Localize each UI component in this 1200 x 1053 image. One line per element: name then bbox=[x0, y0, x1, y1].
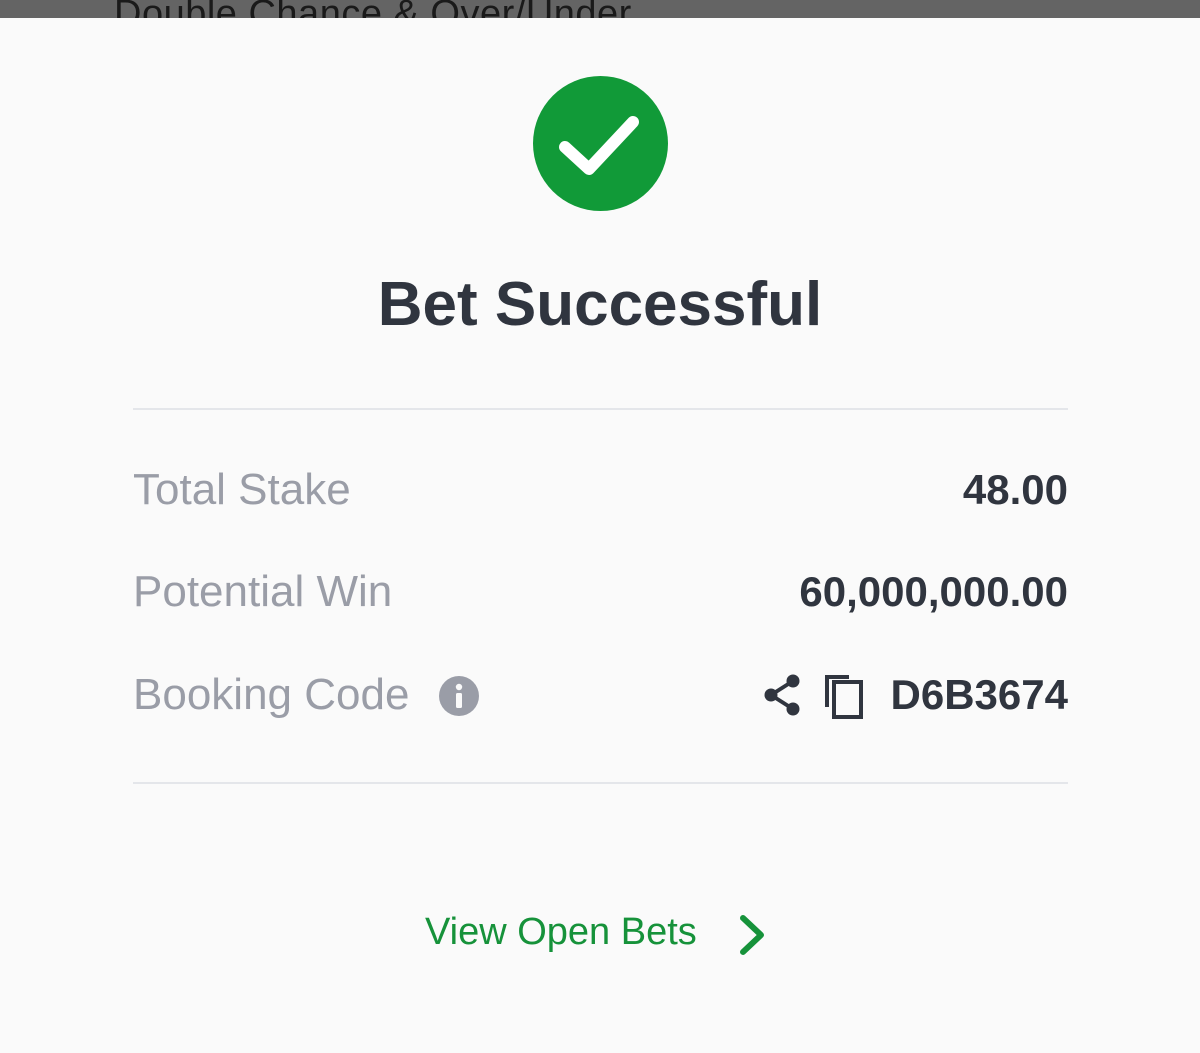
view-open-bets-label: View Open Bets bbox=[425, 911, 697, 953]
info-icon[interactable] bbox=[438, 675, 480, 717]
total-stake-row: Total Stake 48.00 bbox=[133, 460, 1068, 520]
chevron-right-icon bbox=[740, 915, 764, 955]
potential-win-label: Potential Win bbox=[133, 567, 393, 616]
potential-win-row: Potential Win 60,000,000.00 bbox=[133, 562, 1068, 622]
booking-code-row: Booking Code D6B3674 bbox=[133, 665, 1068, 725]
background-page-header: Double Chance & Over/Under bbox=[0, 0, 1200, 18]
total-stake-label: Total Stake bbox=[133, 465, 351, 514]
divider bbox=[133, 408, 1068, 410]
share-icon[interactable] bbox=[759, 671, 807, 719]
potential-win-value: 60,000,000.00 bbox=[799, 568, 1068, 615]
booking-code-value[interactable]: D6B3674 bbox=[891, 665, 1068, 725]
check-circle-icon bbox=[533, 76, 668, 211]
background-market-title: Double Chance & Over/Under bbox=[114, 0, 632, 18]
page-title: Bet Successful bbox=[377, 270, 823, 339]
booking-code-label: Booking Code bbox=[133, 670, 410, 719]
copy-icon[interactable] bbox=[819, 669, 867, 721]
view-open-bets-link[interactable]: View Open Bets bbox=[425, 898, 775, 968]
bet-success-sheet: Bet Successful Total Stake 48.00 Potenti… bbox=[0, 18, 1200, 1053]
divider bbox=[133, 782, 1068, 784]
bet-success-screen: Double Chance & Over/Under Bet Successfu… bbox=[0, 0, 1200, 1053]
total-stake-value: 48.00 bbox=[962, 466, 1068, 513]
